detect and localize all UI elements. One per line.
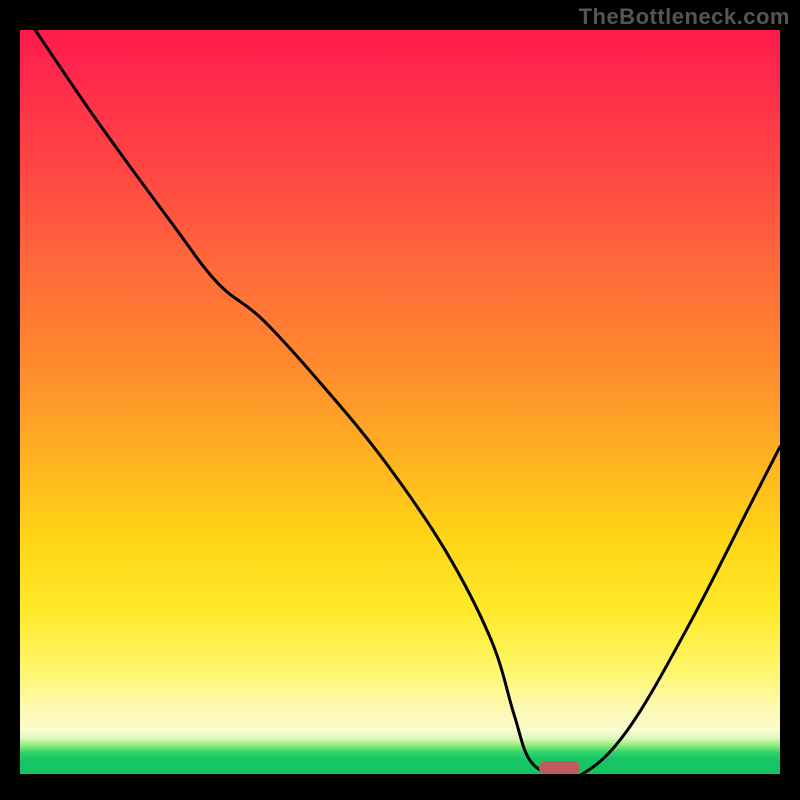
bottleneck-curve — [20, 30, 780, 774]
watermark-text: TheBottleneck.com — [579, 4, 790, 30]
optimal-marker — [539, 761, 581, 774]
plot-area — [20, 30, 780, 774]
chart-frame: TheBottleneck.com — [0, 0, 800, 800]
curve-path — [35, 30, 780, 774]
